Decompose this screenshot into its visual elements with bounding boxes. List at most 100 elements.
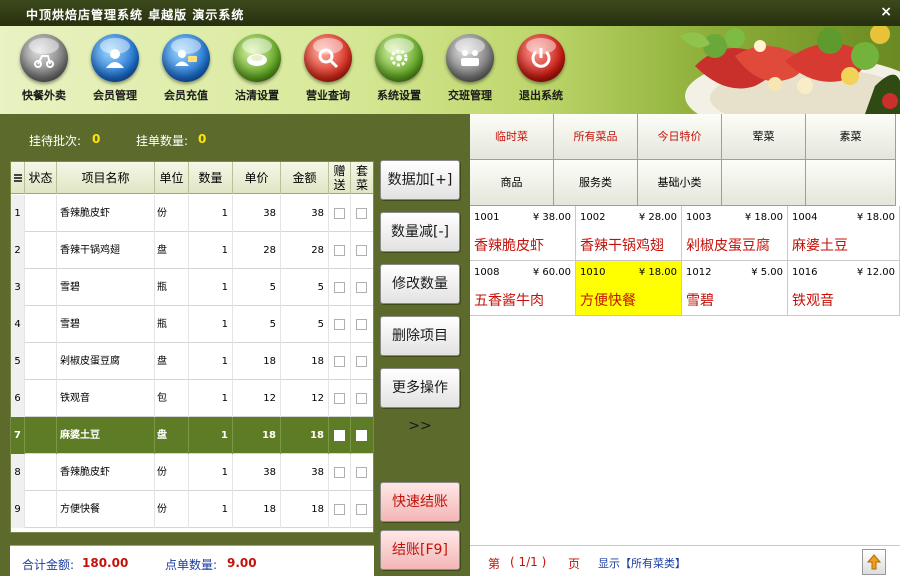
order-count-label: 点单数量: xyxy=(165,558,218,572)
set-meal-checkbox[interactable] xyxy=(356,245,367,256)
menu-item-card[interactable]: 1004 ¥ 18.00 麻婆土豆 xyxy=(788,206,900,261)
row-number: 4 xyxy=(11,306,25,343)
order-grid: 状态 项目名称 单位 数量 单价 金额 赠送 套菜 1 香辣脆皮虾份 1 38 38 2 香… xyxy=(10,161,374,533)
row-number: 9 xyxy=(11,491,25,528)
category-tab-9[interactable] xyxy=(722,160,806,206)
row-item-name: 香辣脆皮虾 xyxy=(57,195,155,232)
table-row[interactable]: 1 香辣脆皮虾份 1 38 38 xyxy=(11,195,373,232)
set-meal-checkbox[interactable] xyxy=(356,208,367,219)
toolbar-button-5[interactable]: 营业查询 xyxy=(296,34,360,112)
decrease-quantity-button[interactable]: 数量减[-] xyxy=(380,212,460,252)
toolbar-button-8[interactable]: 退出系统 xyxy=(509,34,573,112)
menu-item-code: 1002 xyxy=(580,212,606,223)
delete-item-button[interactable]: 删除项目 xyxy=(380,316,460,356)
menu-item-card[interactable]: 1010 ¥ 18.00 方便快餐 xyxy=(576,261,682,316)
table-row[interactable]: 2 香辣干锅鸡翅盘 1 28 28 xyxy=(11,232,373,269)
menu-item-code: 1010 xyxy=(580,267,606,278)
row-gift-cell xyxy=(329,417,351,454)
table-row[interactable]: 6 铁观音包 1 12 12 xyxy=(11,380,373,417)
toolbar-button-4[interactable]: 沽清设置 xyxy=(225,34,289,112)
toolbar-button-6[interactable]: 系统设置 xyxy=(367,34,431,112)
menu-item-name: 香辣脆皮虾 xyxy=(474,238,544,254)
row-gift-cell xyxy=(329,343,351,380)
category-tab-3[interactable]: 今日特价 xyxy=(638,114,722,160)
menu-item-code: 1003 xyxy=(686,212,712,223)
col-status[interactable]: 状态 xyxy=(25,162,57,194)
row-unit: 盘 xyxy=(155,232,189,269)
row-quantity: 1 xyxy=(189,491,233,528)
menu-item-card[interactable]: 1012 ¥ 5.00 雪碧 xyxy=(682,261,788,316)
col-set-meal[interactable]: 套菜 xyxy=(351,162,373,194)
toolbar-button-2[interactable]: 会员管理 xyxy=(83,34,147,112)
increase-quantity-button[interactable]: 数据加[+] xyxy=(380,160,460,200)
category-tab-5[interactable]: 素菜 xyxy=(806,114,896,160)
col-quantity[interactable]: 数量 xyxy=(189,162,233,194)
gift-checkbox[interactable] xyxy=(334,356,345,367)
table-row[interactable]: 7 麻婆土豆盘 1 18 18 xyxy=(11,417,373,454)
category-tab-8[interactable]: 基础小类 xyxy=(638,160,722,206)
gift-checkbox[interactable] xyxy=(334,282,345,293)
row-amount: 18 xyxy=(281,491,329,528)
menu-item-card[interactable]: 1016 ¥ 12.00 铁观音 xyxy=(788,261,900,316)
toolbar-button-1[interactable]: 快餐外卖 xyxy=(12,34,76,112)
row-number: 3 xyxy=(11,269,25,306)
menu-item-card[interactable]: 1003 ¥ 18.00 剁椒皮蛋豆腐 xyxy=(682,206,788,261)
close-icon[interactable]: × xyxy=(880,4,892,20)
edit-quantity-button[interactable]: 修改数量 xyxy=(380,264,460,304)
table-row[interactable]: 5 剁椒皮蛋豆腐盘 1 18 18 xyxy=(11,343,373,380)
row-quantity: 1 xyxy=(189,269,233,306)
table-row[interactable]: 9 方便快餐份 1 18 18 xyxy=(11,491,373,528)
set-meal-checkbox[interactable] xyxy=(356,430,367,441)
col-unit[interactable]: 单位 xyxy=(155,162,189,194)
menu-item-price: ¥ 12.00 xyxy=(856,267,895,278)
table-row[interactable]: 8 香辣脆皮虾份 1 38 38 xyxy=(11,454,373,491)
col-amount[interactable]: 金额 xyxy=(281,162,329,194)
category-tab-2[interactable]: 所有菜品 xyxy=(554,114,638,160)
category-tab-4[interactable]: 荤菜 xyxy=(722,114,806,160)
set-meal-checkbox[interactable] xyxy=(356,504,367,515)
scroll-up-button[interactable] xyxy=(862,549,886,575)
category-tab-1[interactable]: 临时菜 xyxy=(470,114,554,160)
title-bar: 中顶烘焙店管理系统 卓越版 演示系统 × xyxy=(0,0,900,26)
menu-item-card[interactable]: 1001 ¥ 38.00 香辣脆皮虾 xyxy=(470,206,576,261)
gift-checkbox[interactable] xyxy=(334,393,345,404)
table-row[interactable]: 4 雪碧瓶 1 5 5 xyxy=(11,306,373,343)
page-prefix: 第 xyxy=(488,557,501,571)
menu-item-card[interactable]: 1008 ¥ 60.00 五香酱牛肉 xyxy=(470,261,576,316)
menu-item-card[interactable]: 1002 ¥ 28.00 香辣干锅鸡翅 xyxy=(576,206,682,261)
gift-checkbox[interactable] xyxy=(334,467,345,478)
more-operations-button[interactable]: 更多操作>> xyxy=(380,368,460,434)
food-banner-image xyxy=(575,26,900,114)
set-meal-checkbox[interactable] xyxy=(356,356,367,367)
table-row[interactable]: 3 雪碧瓶 1 5 5 xyxy=(11,269,373,306)
row-gift-cell xyxy=(329,491,351,528)
category-tab-7[interactable]: 服务类 xyxy=(554,160,638,206)
set-meal-checkbox[interactable] xyxy=(356,467,367,478)
show-category-link[interactable]: 显示【所有菜类】 xyxy=(598,555,686,571)
col-gift[interactable]: 赠送 xyxy=(329,162,351,194)
menu-item-name: 麻婆土豆 xyxy=(792,238,848,254)
gear-icon xyxy=(375,34,423,82)
col-item-name[interactable]: 项目名称 xyxy=(57,162,155,194)
gift-checkbox[interactable] xyxy=(334,430,345,441)
row-item-name: 香辣脆皮虾 xyxy=(57,454,155,491)
row-unit-price: 28 xyxy=(233,232,281,269)
checkout-button[interactable]: 结账[F9] xyxy=(380,530,460,570)
set-meal-checkbox[interactable] xyxy=(356,393,367,404)
gift-checkbox[interactable] xyxy=(334,245,345,256)
row-status xyxy=(25,491,57,528)
toolbar-button-3[interactable]: 会员充值 xyxy=(154,34,218,112)
toolbar-button-7[interactable]: 交班管理 xyxy=(438,34,502,112)
row-set-meal-cell xyxy=(351,491,373,528)
col-unit-price[interactable]: 单价 xyxy=(233,162,281,194)
gift-checkbox[interactable] xyxy=(334,319,345,330)
gift-checkbox[interactable] xyxy=(334,208,345,219)
row-unit: 包 xyxy=(155,380,189,417)
category-tab-10[interactable] xyxy=(806,160,896,206)
set-meal-checkbox[interactable] xyxy=(356,319,367,330)
set-meal-checkbox[interactable] xyxy=(356,282,367,293)
category-tab-6[interactable]: 商品 xyxy=(470,160,554,206)
gift-checkbox[interactable] xyxy=(334,504,345,515)
row-amount: 5 xyxy=(281,269,329,306)
quick-checkout-button[interactable]: 快速结账 xyxy=(380,482,460,522)
